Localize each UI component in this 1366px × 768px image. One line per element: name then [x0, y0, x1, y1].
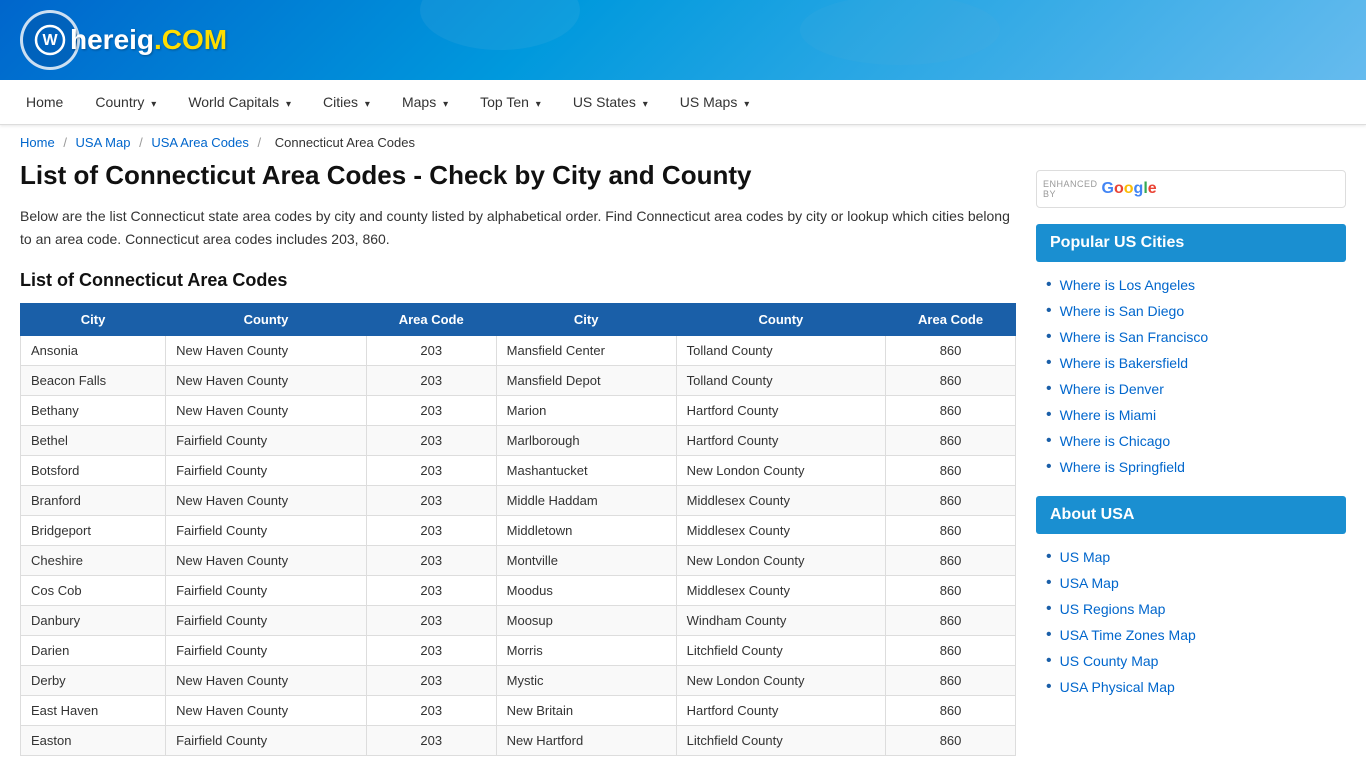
breadcrumb-usa-area-codes[interactable]: USA Area Codes [151, 135, 249, 150]
table-row: BranfordNew Haven County203Middle Haddam… [21, 485, 1016, 515]
arrow-icon: ▾ [643, 99, 648, 110]
table-row: DerbyNew Haven County203MysticNew London… [21, 665, 1016, 695]
list-item: Where is San Diego [1046, 298, 1346, 324]
list-item: Where is Springfield [1046, 454, 1346, 480]
section-title: List of Connecticut Area Codes [20, 270, 1016, 291]
nav-item-us-states[interactable]: US States ▾ [557, 80, 664, 124]
google-brand: ENHANCED BY [1037, 179, 1098, 199]
link-chicago[interactable]: Where is Chicago [1060, 433, 1171, 449]
col-header-city1: City [21, 303, 166, 335]
link-us-county-map[interactable]: US County Map [1060, 653, 1159, 669]
area-codes-table: City County Area Code City County Area C… [20, 303, 1016, 756]
logo-text: hereig.COM [70, 24, 227, 56]
page-title: List of Connecticut Area Codes - Check b… [20, 160, 1016, 191]
list-item: US County Map [1046, 648, 1346, 674]
breadcrumb-home[interactable]: Home [20, 135, 55, 150]
arrow-icon: ▾ [443, 99, 448, 110]
google-logo: Google [1098, 180, 1161, 198]
breadcrumb-usa-map[interactable]: USA Map [76, 135, 131, 150]
link-san-francisco[interactable]: Where is San Francisco [1060, 329, 1209, 345]
list-item: USA Map [1046, 570, 1346, 596]
main-nav: Home Country ▾ World Capitals ▾ Cities ▾… [0, 80, 1366, 125]
table-row: DanburyFairfield County203MoosupWindham … [21, 605, 1016, 635]
enhanced-by-label: ENHANCED BY [1043, 179, 1098, 199]
logo-tld: .COM [154, 24, 227, 55]
about-usa-list: US Map USA Map US Regions Map USA Time Z… [1036, 544, 1346, 700]
table-row: AnsoniaNew Haven County203Mansfield Cent… [21, 335, 1016, 365]
list-item: US Map [1046, 544, 1346, 570]
link-usa-time-zones-map[interactable]: USA Time Zones Map [1060, 627, 1196, 643]
table-row: Beacon FallsNew Haven County203Mansfield… [21, 365, 1016, 395]
table-row: BethanyNew Haven County203MarionHartford… [21, 395, 1016, 425]
popular-cities-header: Popular US Cities [1036, 224, 1346, 262]
list-item: Where is Miami [1046, 402, 1346, 428]
arrow-icon: ▾ [744, 99, 749, 110]
nav-item-us-maps[interactable]: US Maps ▾ [664, 80, 766, 124]
svg-text:W: W [42, 32, 58, 49]
table-row: BridgeportFairfield County203MiddletownM… [21, 515, 1016, 545]
col-header-county2: County [676, 303, 885, 335]
list-item: Where is Denver [1046, 376, 1346, 402]
link-usa-physical-map[interactable]: USA Physical Map [1060, 679, 1175, 695]
nav-item-top-ten[interactable]: Top Ten ▾ [464, 80, 557, 124]
popular-cities-list: Where is Los Angeles Where is San Diego … [1036, 272, 1346, 480]
link-us-map[interactable]: US Map [1060, 549, 1111, 565]
link-san-diego[interactable]: Where is San Diego [1060, 303, 1185, 319]
table-row: BethelFairfield County203MarlboroughHart… [21, 425, 1016, 455]
list-item: USA Time Zones Map [1046, 622, 1346, 648]
col-header-areacode2: Area Code [886, 303, 1016, 335]
nav-item-country[interactable]: Country ▾ [79, 80, 172, 124]
list-item: Where is Los Angeles [1046, 272, 1346, 298]
page-description: Below are the list Connecticut state are… [20, 205, 1016, 250]
table-row: East HavenNew Haven County203New Britain… [21, 695, 1016, 725]
list-item: USA Physical Map [1046, 674, 1346, 700]
link-usa-map[interactable]: USA Map [1060, 575, 1119, 591]
list-item: Where is San Francisco [1046, 324, 1346, 350]
link-los-angeles[interactable]: Where is Los Angeles [1060, 277, 1195, 293]
nav-item-cities[interactable]: Cities ▾ [307, 80, 386, 124]
nav-item-home[interactable]: Home [10, 80, 79, 124]
search-input[interactable] [1161, 173, 1346, 205]
arrow-icon: ▾ [286, 99, 291, 110]
link-us-regions-map[interactable]: US Regions Map [1060, 601, 1166, 617]
arrow-icon: ▾ [536, 99, 541, 110]
list-item: Where is Bakersfield [1046, 350, 1346, 376]
table-row: CheshireNew Haven County203MontvilleNew … [21, 545, 1016, 575]
breadcrumb-sep: / [63, 135, 70, 150]
table-row: BotsfordFairfield County203MashantucketN… [21, 455, 1016, 485]
list-item: US Regions Map [1046, 596, 1346, 622]
nav-item-maps[interactable]: Maps ▾ [386, 80, 464, 124]
sidebar: ENHANCED BY Google 🔍 Popular US Cities W… [1036, 160, 1346, 756]
arrow-icon: ▾ [365, 99, 370, 110]
list-item: Where is Chicago [1046, 428, 1346, 454]
search-box: ENHANCED BY Google 🔍 [1036, 170, 1346, 208]
breadcrumb-sep: / [139, 135, 146, 150]
link-miami[interactable]: Where is Miami [1060, 407, 1156, 423]
breadcrumb: Home / USA Map / USA Area Codes / Connec… [0, 125, 1366, 160]
col-header-county1: County [166, 303, 367, 335]
table-row: DarienFairfield County203MorrisLitchfiel… [21, 635, 1016, 665]
col-header-city2: City [496, 303, 676, 335]
link-bakersfield[interactable]: Where is Bakersfield [1060, 355, 1188, 371]
main-content: List of Connecticut Area Codes - Check b… [20, 160, 1016, 756]
table-row: EastonFairfield County203New HartfordLit… [21, 725, 1016, 755]
link-springfield[interactable]: Where is Springfield [1060, 459, 1185, 475]
breadcrumb-sep: / [258, 135, 265, 150]
col-header-areacode1: Area Code [366, 303, 496, 335]
logo[interactable]: W hereig.COM [20, 10, 227, 70]
link-denver[interactable]: Where is Denver [1060, 381, 1164, 397]
about-usa-header: About USA [1036, 496, 1346, 534]
nav-item-world-capitals[interactable]: World Capitals ▾ [172, 80, 307, 124]
arrow-icon: ▾ [151, 99, 156, 110]
table-row: Cos CobFairfield County203MoodusMiddlese… [21, 575, 1016, 605]
site-header: W hereig.COM [0, 0, 1366, 80]
breadcrumb-current: Connecticut Area Codes [275, 135, 415, 150]
